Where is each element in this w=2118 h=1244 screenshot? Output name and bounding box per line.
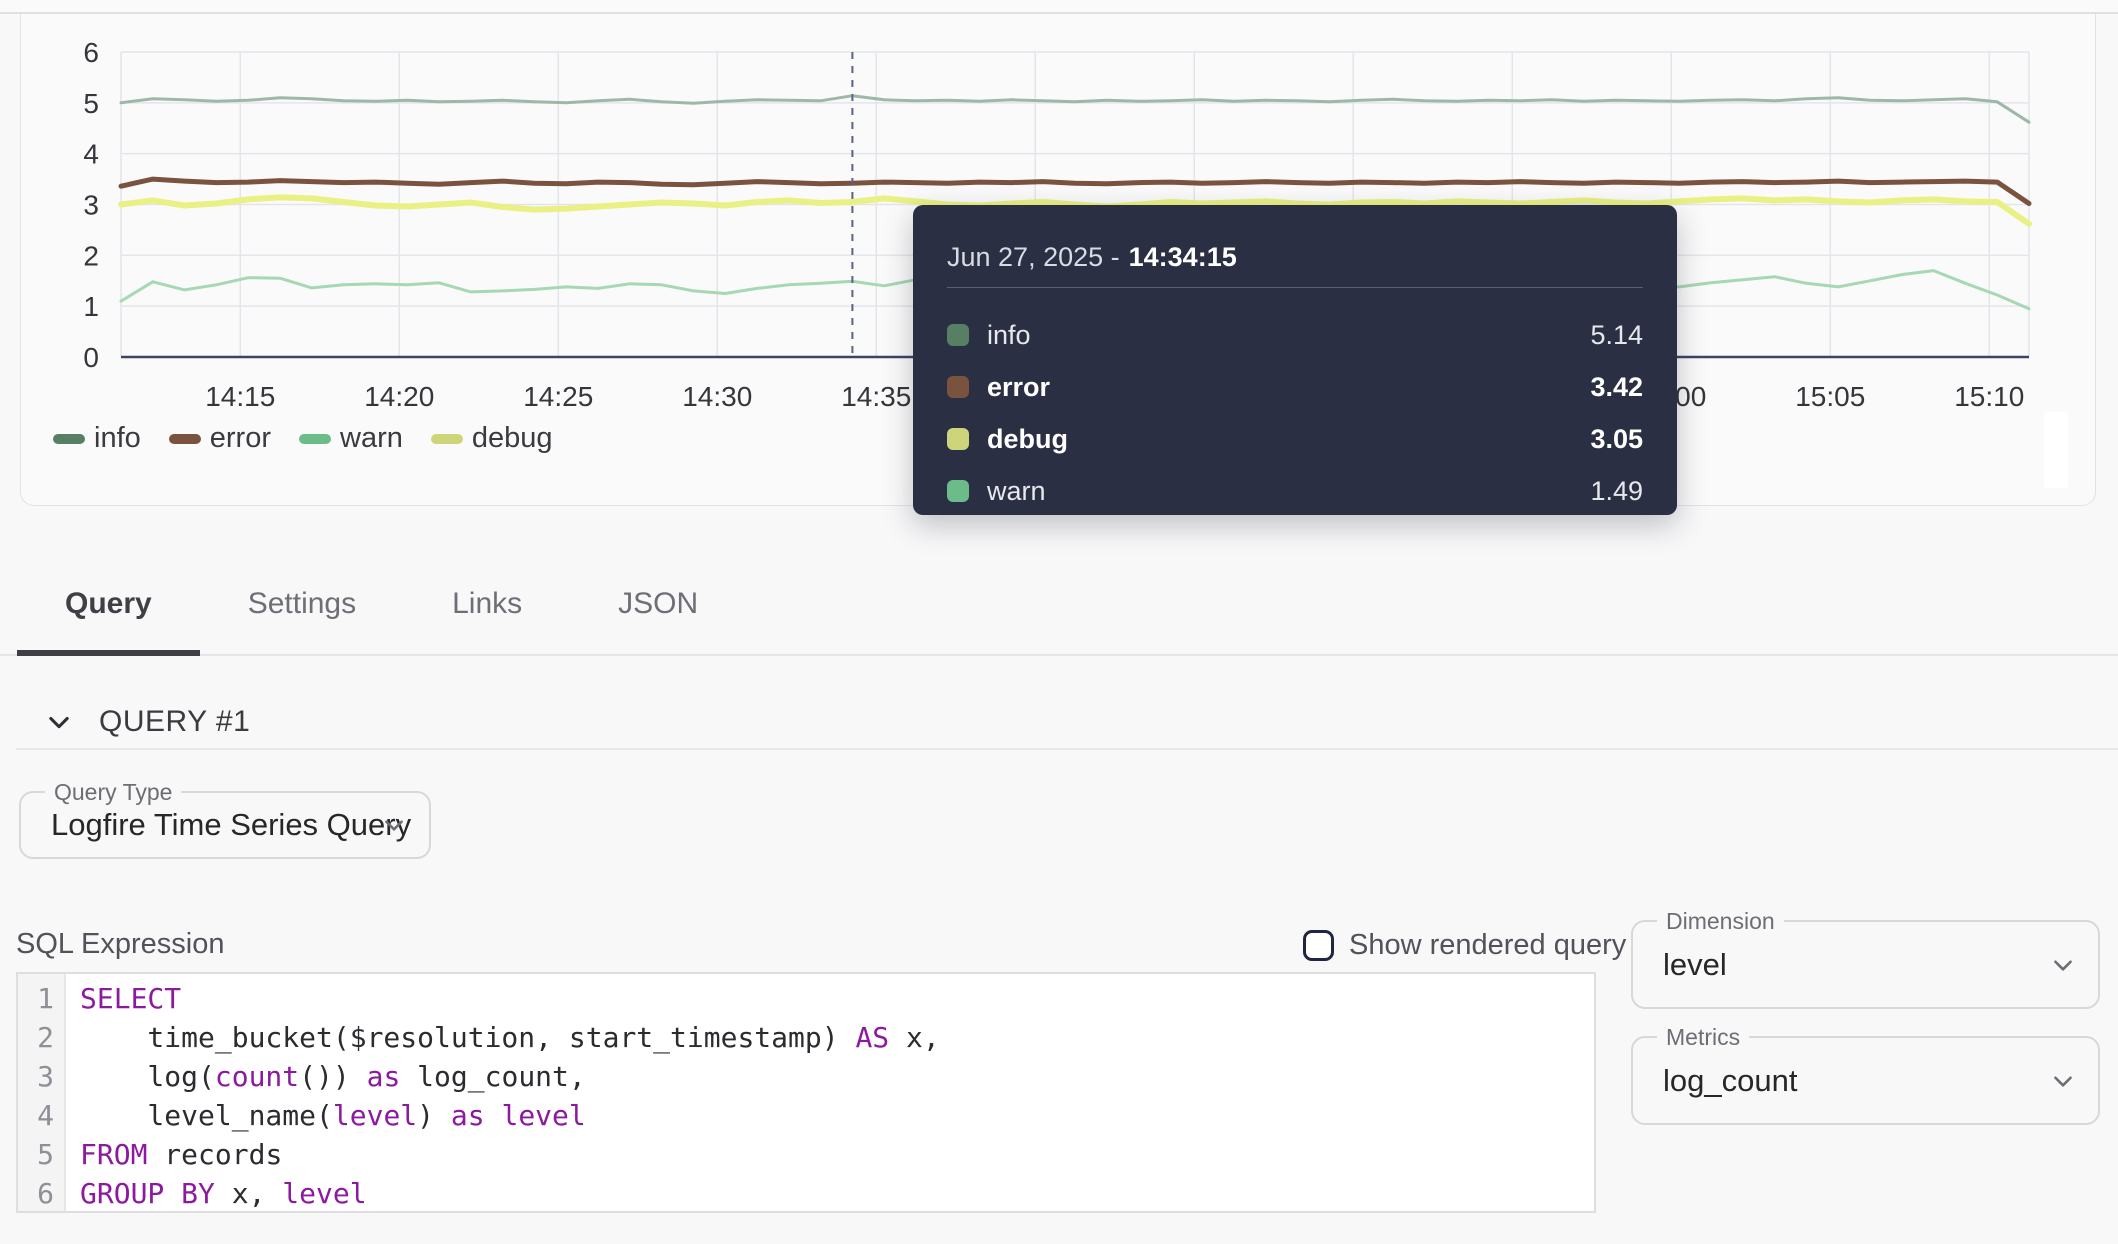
svg-text:15:10: 15:10 [1954,381,2024,412]
svg-text:6: 6 [83,37,99,68]
chevron-down-icon [2050,1068,2076,1094]
legend-swatch-info [53,434,85,444]
sql-expression-label: SQL Expression [16,928,224,961]
top-divider [0,0,2118,14]
legend-label: debug [472,422,553,455]
svg-text:5: 5 [83,88,99,119]
svg-text:1: 1 [83,291,99,322]
tooltip-row-error: error 3.42 [947,370,1643,404]
line-number: 6 [18,1174,54,1213]
svg-text:2: 2 [83,240,99,271]
section-divider [16,748,2118,750]
svg-text:14:25: 14:25 [523,381,593,412]
tooltip-divider [947,287,1643,288]
query-type-select[interactable]: Query Type Logfire Time Series Query [19,791,431,859]
legend-swatch-error [169,434,201,444]
tooltip-series-label: debug [987,424,1068,455]
query-type-label: Query Type [45,778,181,806]
svg-text:15:05: 15:05 [1795,381,1865,412]
dashboard-page: 012345614:1514:2014:2514:3014:3514:4014:… [0,0,2118,1244]
query-type-value: Logfire Time Series Query [51,807,411,843]
legend-item-warn[interactable]: warn [299,422,403,455]
svg-text:14:35: 14:35 [841,381,911,412]
tooltip-swatch-error [947,376,969,398]
tooltip-row-debug: debug 3.05 [947,422,1643,456]
sql-editor-code[interactable]: SELECT time_bucket($resolution, start_ti… [66,974,1594,1211]
tooltip-series-value: 1.49 [1590,476,1643,507]
svg-text:4: 4 [83,139,99,170]
tooltip-series-value: 3.42 [1590,372,1643,403]
line-number: 1 [18,979,54,1018]
query-section-header[interactable]: QUERY #1 [45,702,250,742]
series-line-info [121,96,2029,123]
line-number: 4 [18,1096,54,1135]
tab-json[interactable]: JSON [570,576,746,654]
legend-item-info[interactable]: info [53,422,141,455]
tooltip-date: Jun 27, 2025 - [947,242,1120,272]
code-line: FROM records [80,1135,1594,1174]
sql-editor: 123456 SELECT time_bucket($resolution, s… [16,972,1596,1213]
tab-query[interactable]: Query [17,576,200,654]
legend-item-error[interactable]: error [169,422,271,455]
scrollbar-thumb[interactable] [2044,412,2068,488]
legend-swatch-warn [299,434,331,444]
line-number: 2 [18,1018,54,1057]
svg-text:14:15: 14:15 [205,381,275,412]
tooltip-series-label: error [987,372,1050,403]
chevron-down-icon [381,812,407,838]
legend-label: warn [340,422,403,455]
tooltip-swatch-info [947,324,969,346]
code-line: level_name(level) as level [80,1096,1594,1135]
dimension-label: Dimension [1657,907,1784,935]
tooltip-row-info: info 5.14 [947,318,1643,352]
query-section-title: QUERY #1 [99,705,250,739]
sql-editor-gutter: 123456 [18,974,66,1211]
dimension-value: level [1663,947,1727,983]
code-line: log(count()) as log_count, [80,1057,1594,1096]
metrics-select[interactable]: Metrics log_count [1631,1036,2100,1125]
tooltip-timestamp: Jun 27, 2025 - 14:34:15 [947,241,1643,273]
svg-text:14:30: 14:30 [682,381,752,412]
chart-legend: info error warn debug [53,422,553,455]
tab-bar: QuerySettingsLinksJSON [0,576,2118,656]
line-number: 3 [18,1057,54,1096]
tooltip-row-warn: warn 1.49 [947,474,1643,508]
code-line: GROUP BY x, level [80,1174,1594,1213]
legend-label: error [210,422,271,455]
line-number: 5 [18,1135,54,1174]
metrics-label: Metrics [1657,1023,1749,1051]
chevron-down-icon [2050,952,2076,978]
tab-settings[interactable]: Settings [200,576,404,654]
tooltip-series-label: info [987,320,1031,351]
y-axis-labels: 0 1 2 3 4 5 6 [83,37,99,373]
svg-text:3: 3 [83,190,99,221]
show-rendered-query-label[interactable]: Show rendered query [1349,929,1626,962]
code-line: time_bucket($resolution, start_timestamp… [80,1018,1594,1057]
tooltip-time: 14:34:15 [1129,242,1237,272]
legend-swatch-debug [431,434,463,444]
legend-item-debug[interactable]: debug [431,422,553,455]
tab-links[interactable]: Links [404,576,570,654]
tooltip-swatch-debug [947,428,969,450]
tooltip-swatch-warn [947,480,969,502]
svg-text:0: 0 [83,342,99,373]
chevron-down-icon [45,708,73,736]
svg-text:14:20: 14:20 [364,381,434,412]
metrics-value: log_count [1663,1063,1797,1099]
legend-label: info [94,422,141,455]
show-rendered-query-control: Show rendered query [1303,929,1626,962]
code-line: SELECT [80,979,1594,1018]
tooltip-rows: info 5.14 error 3.42 debug 3.05 warn 1.49 [947,318,1643,508]
chart-panel: 012345614:1514:2014:2514:3014:3514:4014:… [20,14,2096,506]
show-rendered-query-checkbox[interactable] [1303,930,1334,961]
tooltip-series-value: 3.05 [1590,424,1643,455]
tooltip-series-label: warn [987,476,1046,507]
tooltip-series-value: 5.14 [1590,320,1643,351]
dimension-select[interactable]: Dimension level [1631,920,2100,1009]
chart-tooltip: Jun 27, 2025 - 14:34:15 info 5.14 error 3.42… [913,205,1677,515]
